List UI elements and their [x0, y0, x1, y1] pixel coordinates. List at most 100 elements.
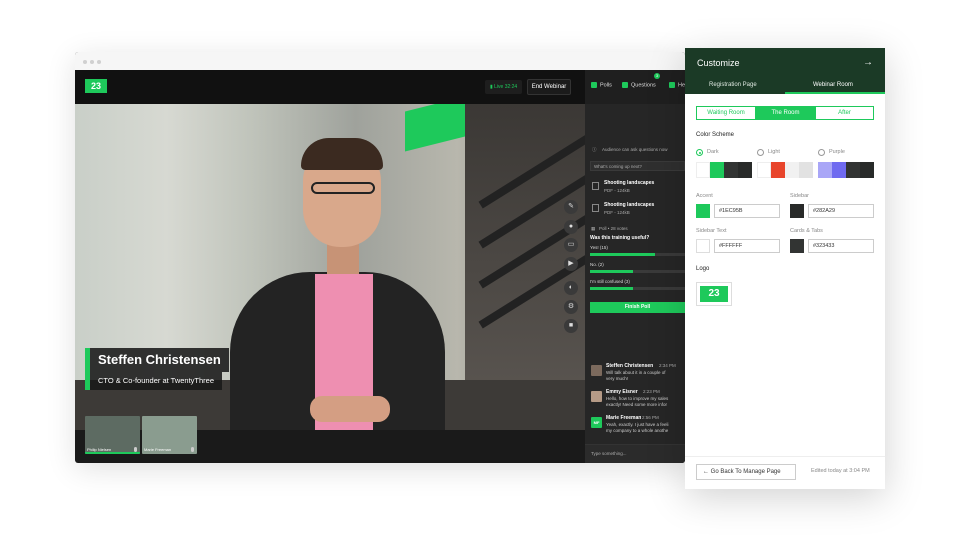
- question-input-placeholder: What's coming up next?: [594, 164, 642, 169]
- accent-label: Accent: [696, 193, 713, 199]
- swatch-color: [724, 162, 738, 178]
- end-webinar-button[interactable]: End Webinar: [527, 79, 571, 95]
- cards-tabs-hex-input[interactable]: #323433: [808, 239, 874, 253]
- file-meta: PDF - 124kB: [604, 210, 630, 215]
- active-speaker-indicator: [85, 452, 140, 454]
- scheme-radio-dark[interactable]: [696, 149, 703, 156]
- sidebar-color-swatch[interactable]: [790, 204, 804, 218]
- screen-share-icon[interactable]: ▭: [564, 238, 578, 252]
- chat-author: Steffen Christensen: [606, 363, 654, 369]
- poll-icon: ▦: [591, 226, 596, 231]
- segment-waiting-room[interactable]: Waiting Room: [696, 106, 756, 120]
- camera-off-icon[interactable]: ◐: [564, 281, 578, 295]
- segment-after[interactable]: After: [815, 106, 874, 120]
- logo-upload[interactable]: 23: [696, 282, 732, 306]
- sidebar-text-hex-input[interactable]: #FFFFFF: [714, 239, 780, 253]
- live-status: Live 32:24: [494, 84, 518, 90]
- avatar: MF: [591, 417, 602, 428]
- poll-option-bar: [590, 270, 685, 273]
- poll-option-label: No. (2): [590, 262, 604, 267]
- swatch-color: [832, 162, 846, 178]
- tab-registration-page[interactable]: Registration Page: [709, 82, 757, 88]
- swatch-color: [757, 162, 771, 178]
- footer-divider: [685, 456, 885, 457]
- question-input[interactable]: What's coming up next?: [590, 161, 685, 171]
- customize-panel: Customize → Registration Page Webinar Ro…: [685, 48, 885, 489]
- video-camera-icon[interactable]: ■: [564, 319, 578, 333]
- finish-poll-button[interactable]: Finish Poll: [590, 302, 685, 313]
- play-icon[interactable]: ▶: [564, 257, 578, 271]
- speaker-name: Steffen Christensen: [90, 348, 229, 372]
- chat-time: 2:56 PM: [642, 415, 659, 420]
- sidebar-text-color-swatch[interactable]: [696, 239, 710, 253]
- main-video: Steffen Christensen CTO & Co-founder at …: [75, 104, 585, 430]
- background-sign: [405, 104, 465, 152]
- scheme-swatch-dark[interactable]: [696, 162, 752, 178]
- hand-icon: [669, 82, 675, 88]
- browser-titlebar: [75, 52, 685, 70]
- tab-polls[interactable]: Polls: [591, 82, 612, 88]
- scheme-swatch-light[interactable]: [757, 162, 813, 178]
- microphone-icon[interactable]: ●: [564, 220, 578, 234]
- window-dot: [83, 60, 87, 64]
- accent-hex-input[interactable]: #1EC95B: [714, 204, 780, 218]
- scheme-swatch-purple[interactable]: [818, 162, 874, 178]
- segment-the-room[interactable]: The Room: [756, 106, 815, 120]
- chat-message: Hello, how to improve my sales: [606, 396, 669, 401]
- chat-input-placeholder: Type something...: [591, 451, 627, 456]
- tab-questions[interactable]: Questions: [622, 82, 656, 88]
- active-tab-indicator: [785, 92, 885, 94]
- speaker-hair: [301, 138, 383, 170]
- chat-time: 2:23 PM: [643, 389, 660, 394]
- cards-tabs-color-swatch[interactable]: [790, 239, 804, 253]
- avatar: [591, 365, 602, 376]
- poll-option-fill: [590, 253, 655, 256]
- swatch-color: [771, 162, 785, 178]
- speaker-glasses: [311, 182, 375, 194]
- chat-input[interactable]: Type something...: [585, 444, 685, 463]
- window-dot: [90, 60, 94, 64]
- participant-thumbnail[interactable]: Marie Freeman: [142, 416, 197, 454]
- scheme-radio-purple[interactable]: [818, 149, 825, 156]
- chat-author: Emmy Eisner: [606, 389, 638, 395]
- settings-icon[interactable]: ⚙: [564, 300, 578, 314]
- swatch-color: [710, 162, 724, 178]
- scheme-radio-light[interactable]: [757, 149, 764, 156]
- scheme-label: Purple: [829, 149, 845, 155]
- sidebar-text-label: Sidebar Text: [696, 228, 727, 234]
- sidebar-label: Sidebar: [790, 193, 809, 199]
- file-title[interactable]: Shooting landscapes: [604, 202, 654, 208]
- questions-notice: Audience can ask questions now: [602, 147, 668, 152]
- mic-icon: [191, 447, 194, 452]
- arrow-right-icon[interactable]: →: [863, 57, 873, 68]
- sidebar-hex-input[interactable]: #282A29: [808, 204, 874, 218]
- back-to-manage-button[interactable]: ← Go Back To Manage Page: [696, 464, 796, 480]
- chat-message: exactly! Need some more infor: [606, 402, 668, 407]
- document-icon: [592, 204, 599, 212]
- arrow-left-icon: ←: [703, 469, 711, 475]
- file-title[interactable]: Shooting landscapes: [604, 180, 654, 186]
- chat-author: Marie Freeman: [606, 415, 642, 421]
- document-icon: [592, 182, 599, 190]
- window-dot: [97, 60, 101, 64]
- tab-more[interactable]: He: [669, 82, 685, 88]
- tab-more-label: He: [678, 82, 685, 89]
- participant-name: Marie Freeman: [144, 447, 172, 452]
- tab-webinar-room[interactable]: Webinar Room: [813, 82, 853, 88]
- accent-color-swatch[interactable]: [696, 204, 710, 218]
- speaker-hands: [310, 396, 390, 422]
- avatar: [591, 391, 602, 402]
- swatch-color: [696, 162, 710, 178]
- scheme-label: Dark: [707, 149, 719, 155]
- pen-icon[interactable]: ✎: [564, 200, 578, 214]
- live-indicator: ▮ Live 32:24: [485, 80, 523, 94]
- poll-option-label: I'm still confused (3): [590, 279, 630, 284]
- swatch-color: [818, 162, 832, 178]
- customize-title: Customize: [697, 58, 740, 68]
- info-icon: ⓘ: [592, 147, 597, 152]
- back-button-label: Go Back To Manage Page: [710, 469, 781, 475]
- participant-thumbnail[interactable]: Philip Nielsen: [85, 416, 140, 454]
- swatch-color: [799, 162, 813, 178]
- poll-question: Was this training useful?: [590, 235, 650, 241]
- logo-preview: 23: [700, 286, 728, 302]
